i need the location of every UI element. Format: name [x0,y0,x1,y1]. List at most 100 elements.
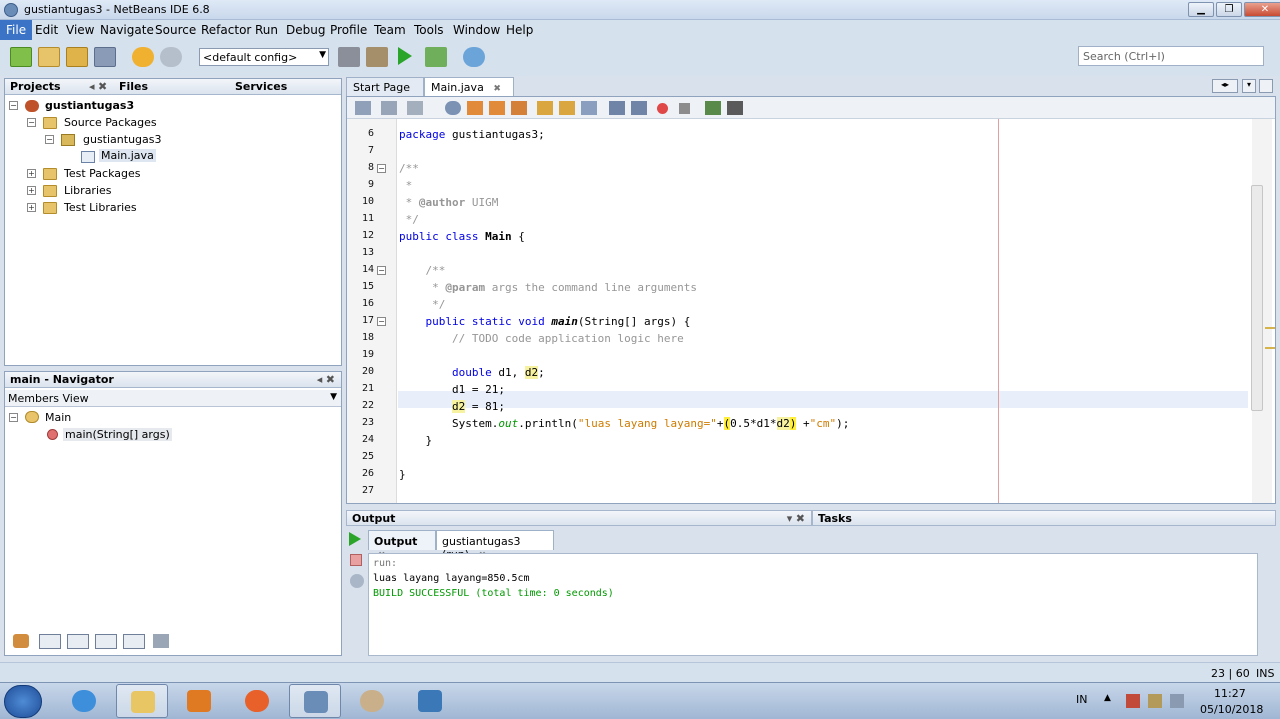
tab-files[interactable]: Files [119,80,148,93]
filter-static-icon[interactable] [67,634,89,649]
menu-file[interactable]: File [0,20,33,40]
menu-run[interactable]: Run [255,23,278,37]
menu-refactor[interactable]: Refactor [201,23,251,37]
tree-project[interactable]: gustiantugas3 [45,99,134,112]
maximize-editor-icon[interactable] [1259,79,1273,93]
code-editor[interactable]: 6 7 8 9 10 11 12 13 14 15 16 17 18 19 20… [346,96,1276,504]
fold-toggle[interactable]: − [377,266,386,275]
close-icon[interactable]: ✖ [493,84,501,94]
taskbar-firefox[interactable] [231,684,283,718]
tree-package[interactable]: gustiantugas3 [83,133,162,146]
menu-view[interactable]: View [66,23,94,37]
undo-icon[interactable] [132,47,154,67]
navigator-class[interactable]: Main [45,411,71,424]
collapse-source-packages-toggle[interactable]: − [27,118,36,127]
filter-nonpublic-icon[interactable] [95,634,117,649]
expand-test-packages-toggle[interactable]: + [27,169,36,178]
tab-start-page[interactable]: Start Page ✖ [346,77,424,107]
prev-bookmark-icon[interactable] [537,101,553,115]
clock-date[interactable]: 05/10/2018 [1200,703,1263,716]
error-stripe-mark[interactable] [1265,347,1275,349]
volume-icon[interactable] [1170,694,1184,708]
rerun-icon[interactable] [349,532,361,546]
search-input[interactable]: Search (Ctrl+I) [1078,46,1264,66]
network-icon[interactable] [1148,694,1162,708]
tab-scroll-arrows-icon[interactable]: ◂▸ [1212,79,1238,93]
clock-time[interactable]: 11:27 [1214,687,1246,700]
menu-help[interactable]: Help [506,23,533,37]
config-select[interactable]: <default config> ▼ [199,48,329,66]
menu-team[interactable]: Team [374,23,406,37]
find-prev-icon[interactable] [467,101,483,115]
new-project-icon[interactable] [38,47,60,67]
menu-edit[interactable]: Edit [35,23,58,37]
comment-icon[interactable] [705,101,721,115]
toggle-bookmark-icon[interactable] [581,101,597,115]
tab-services[interactable]: Services [235,80,287,93]
taskbar-ie[interactable] [58,684,110,718]
settings-icon[interactable] [350,574,364,588]
menu-navigate[interactable]: Navigate [100,23,154,37]
minimize-button[interactable]: ▁ [1188,2,1214,17]
tab-run-output[interactable]: gustiantugas3 (run) ✖ [436,530,554,561]
tasks-header[interactable]: Tasks [812,510,1276,526]
clean-build-icon[interactable] [366,47,388,67]
tab-projects[interactable]: Projects [10,80,61,93]
taskbar-remote[interactable] [404,684,456,718]
members-view-select[interactable]: Members View ▼ [5,390,341,407]
sort-icon[interactable] [153,634,169,648]
menu-profile[interactable]: Profile [330,23,367,37]
tree-test-libraries[interactable]: Test Libraries [64,201,137,214]
maximize-button[interactable]: ❐ [1216,2,1242,17]
fold-toggle[interactable]: − [377,317,386,326]
filter-inherited-icon[interactable] [123,634,145,649]
find-icon[interactable] [445,101,461,115]
stop-icon[interactable] [350,554,362,566]
close-button[interactable]: ✕ [1244,2,1280,17]
save-all-icon[interactable] [94,47,116,67]
debug-icon[interactable] [425,47,447,67]
next-bookmark-icon[interactable] [559,101,575,115]
open-project-icon[interactable] [66,47,88,67]
tree-file-main-java[interactable]: Main.java [99,149,156,162]
tab-output[interactable]: Output ✖ [368,530,436,561]
collapse-class-toggle[interactable]: − [9,413,18,422]
new-file-icon[interactable] [10,47,32,67]
editor-scroll-thumb[interactable] [1251,185,1263,411]
menu-source[interactable]: Source [155,23,196,37]
collapse-project-toggle[interactable]: − [9,101,18,110]
taskbar-media-player[interactable] [173,684,225,718]
taskbar-paint[interactable] [346,684,398,718]
back-icon[interactable] [381,101,397,115]
run-play-icon[interactable] [398,47,412,65]
taskbar-explorer[interactable] [116,684,168,718]
menu-tools[interactable]: Tools [414,23,444,37]
find-next-icon[interactable] [489,101,505,115]
profile-icon[interactable] [463,47,485,67]
expand-test-libraries-toggle[interactable]: + [27,203,36,212]
collapse-package-toggle[interactable]: − [45,135,54,144]
fold-toggle[interactable]: − [377,164,386,173]
stop-macro-icon[interactable] [679,103,690,114]
menu-window[interactable]: Window [453,23,500,37]
console-output[interactable]: run: luas layang layang=850.5cm BUILD SU… [368,553,1258,656]
menu-debug[interactable]: Debug [286,23,325,37]
tree-source-packages[interactable]: Source Packages [64,116,157,129]
build-hammer-icon[interactable] [338,47,360,67]
tab-main-java[interactable]: Main.java ✖ [424,77,514,96]
error-stripe-mark[interactable] [1265,327,1275,329]
tree-test-packages[interactable]: Test Packages [64,167,140,180]
tab-list-icon[interactable]: ▾ [1242,79,1256,93]
shift-left-icon[interactable] [609,101,625,115]
expand-libraries-toggle[interactable]: + [27,186,36,195]
source-icon[interactable] [355,101,371,115]
record-macro-icon[interactable] [657,103,668,114]
taskbar-netbeans[interactable] [289,684,341,718]
navigator-method[interactable]: main(String[] args) [63,428,172,441]
uncomment-icon[interactable] [727,101,743,115]
input-language[interactable]: IN [1076,693,1087,706]
shift-right-icon[interactable] [631,101,647,115]
action-center-icon[interactable] [1126,694,1140,708]
redo-icon[interactable] [160,47,182,67]
start-button-icon[interactable] [4,685,42,718]
